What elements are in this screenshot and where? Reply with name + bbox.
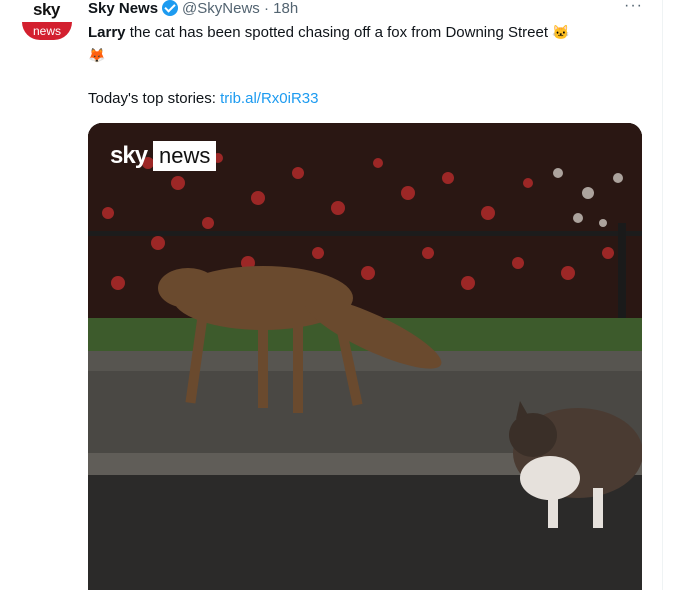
avatar-news-badge: news [22,22,72,40]
verified-badge-icon [162,0,179,16]
video-player[interactable]: sky news [88,123,642,590]
top-stories-link[interactable]: trib.al/Rx0iR33 [220,90,318,107]
avatar[interactable]: sky news [20,0,74,54]
tweet-time[interactable]: 18h [273,0,298,17]
tweet-header: Sky News @SkyNews · 18h [88,0,298,18]
logo-sky: sky [110,142,148,169]
account-name[interactable]: Sky News [88,0,158,17]
sky-news-video-logo: sky news [110,141,217,171]
account-handle[interactable]: @SkyNews [182,0,260,17]
separator-dot: · [263,0,269,17]
top-stories-label: Today's top stories: [88,90,221,107]
tweet-text: Larry the cat has been spotted chasing o… [88,21,648,67]
tweet-card[interactable]: sky news Sky News @SkyNews · 18h ··· Larr… [0,0,663,590]
logo-news: news [153,141,217,171]
video-frame-scene [88,123,642,590]
cat-emoji-icon: 🐱 [552,24,570,40]
tweet-body: the cat has been spotted chasing off a f… [125,24,553,41]
fox-emoji-icon: 🦊 [88,47,106,63]
mention-larry: Larry [88,24,126,41]
top-stories-line: Today's top stories: trib.al/Rx0iR33 [88,88,318,110]
avatar-sky-text: sky [33,0,60,19]
more-options-icon[interactable]: ··· [624,0,643,15]
